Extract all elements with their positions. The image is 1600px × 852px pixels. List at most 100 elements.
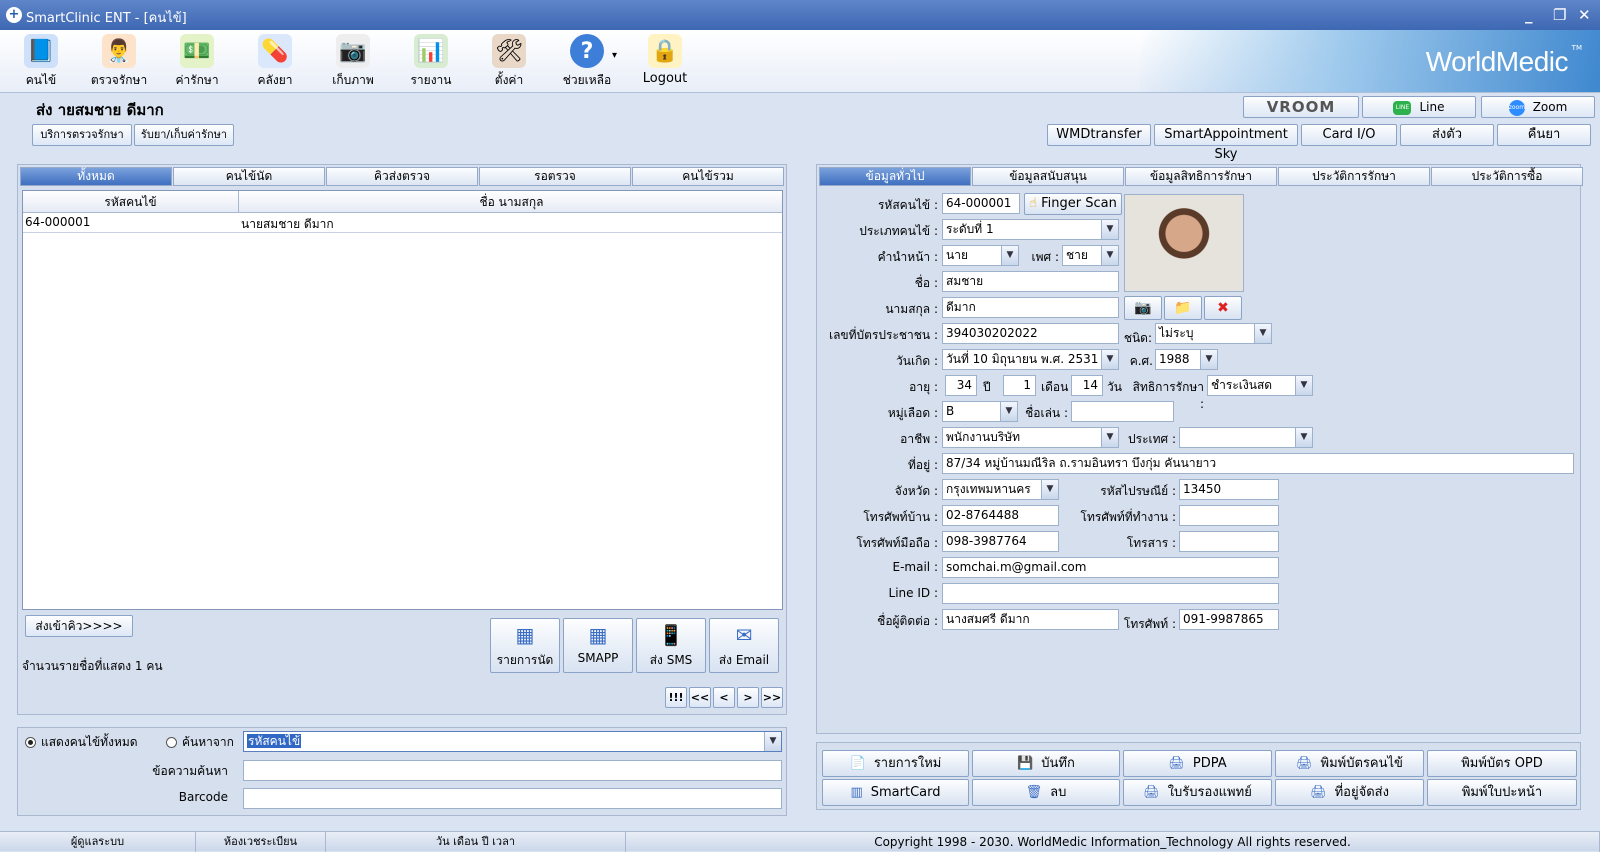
action-right-4-button[interactable]: คืนยา (1497, 124, 1591, 146)
line-button[interactable]: LINE Line (1362, 96, 1476, 118)
field-email[interactable]: somchai.m@gmail.com (942, 557, 1279, 578)
field-ad[interactable]: 1988 ▼ (1155, 349, 1218, 370)
action-0-3-button[interactable]: 🖨 พิมพ์บัตรคนไข้ (1275, 750, 1424, 777)
toolbar-tools-button[interactable]: 🛠 ตั้งค่า (476, 34, 542, 90)
left-btn-0[interactable]: ▦ รายการนัด (490, 618, 560, 673)
chevron-down-icon[interactable]: ▼ (1295, 428, 1312, 447)
chevron-down-icon[interactable]: ▼ (1101, 220, 1118, 239)
pager-3-button[interactable]: > (737, 687, 759, 708)
pager-4-button[interactable]: >> (761, 687, 783, 708)
field-addr[interactable]: 87/34 หมู่บ้านมณีริล ถ.รามอินทรา บึงกุ่ม… (942, 453, 1574, 474)
tab-left-0[interactable]: ทั้งหมด (20, 167, 172, 186)
field-hn[interactable]: 64-000001 (942, 193, 1020, 214)
field-line[interactable] (942, 583, 1279, 604)
chevron-down-icon[interactable]: ▼ (764, 732, 781, 751)
field-idcard[interactable]: 394030202022 (942, 323, 1119, 344)
chevron-down-icon[interactable]: ▼ (1000, 402, 1017, 421)
field-blood[interactable]: B ▼ (942, 401, 1018, 422)
field-lname[interactable]: ดีมาก (942, 297, 1119, 318)
close-button[interactable]: ✕ (1578, 6, 1591, 24)
col-hn[interactable]: รหัสคนไข้ (23, 191, 239, 213)
pager-2-button[interactable]: < (713, 687, 735, 708)
tab-left-2[interactable]: คิวส่งตรวจ (326, 167, 478, 186)
zoom-button[interactable]: zoom Zoom (1481, 96, 1595, 118)
toolbar-pill-button[interactable]: 💊 คลังยา (242, 34, 308, 90)
action-right-0-button[interactable]: WMDtransfer (1047, 124, 1151, 146)
chevron-down-icon[interactable]: ▼ (1041, 480, 1058, 499)
field-right[interactable]: ชำระเงินสด ▼ (1207, 375, 1313, 396)
field-zip[interactable]: 13450 (1179, 479, 1279, 500)
action-1-button[interactable]: รับยา/เก็บค่ารักษา (134, 124, 234, 146)
help-dropdown-arrow[interactable]: ▾ (612, 50, 617, 61)
action-0-4-button[interactable]: พิมพ์บัตร OPD (1427, 750, 1577, 777)
field-contact[interactable]: นางสมศรี ดีมาก (942, 609, 1119, 630)
open-folder-button[interactable]: 📁 (1164, 296, 1202, 320)
chevron-down-icon[interactable]: ▼ (1101, 246, 1118, 265)
col-name[interactable]: ชื่อ นามสกุล (239, 191, 784, 213)
field-ctel[interactable]: 091-9987865 (1179, 609, 1279, 630)
toolbar-patient-book-button[interactable]: 📘 คนไข้ (8, 34, 74, 90)
tab-right-4[interactable]: ประวัติการซื้อ (1431, 167, 1583, 186)
field-country[interactable]: ▼ (1179, 427, 1313, 448)
chevron-down-icon[interactable]: ▼ (1254, 324, 1271, 343)
tab-left-1[interactable]: คนไข้นัด (173, 167, 325, 186)
action-0-1-button[interactable]: 💾 บันทึก (972, 750, 1120, 777)
field-sex[interactable]: ชาย ▼ (1062, 245, 1119, 266)
tab-right-0[interactable]: ข้อมูลทั่วไป (819, 167, 971, 186)
field-fname[interactable]: สมชาย (942, 271, 1119, 292)
left-btn-3[interactable]: ✉ ส่ง Email (709, 618, 779, 673)
chevron-down-icon[interactable]: ▼ (1200, 350, 1217, 369)
radio-search[interactable]: ค้นหาจาก (166, 733, 234, 752)
left-btn-2[interactable]: 📱 ส่ง SMS (636, 618, 706, 673)
action-0-button[interactable]: บริการตรวจรักษา (32, 124, 132, 146)
toolbar-doctor-button[interactable]: 👨‍⚕️ ตรวจรักษา (86, 34, 152, 90)
minimize-button[interactable]: _ (1525, 6, 1533, 24)
action-1-2-button[interactable]: 🖨 ใบรับรองแพทย์ (1123, 779, 1272, 806)
vroom-button[interactable]: VROOM (1243, 96, 1359, 118)
toolbar-money-button[interactable]: 💵 ค่ารักษา (164, 34, 230, 90)
action-1-0-button[interactable]: ▥ SmartCard (822, 779, 969, 806)
field-fax[interactable] (1179, 531, 1279, 552)
field-mob[interactable]: 098-3987764 (942, 531, 1059, 552)
left-btn-1[interactable]: ▦ SMAPP (563, 618, 633, 673)
delete-photo-button[interactable]: ✖ (1204, 296, 1242, 320)
pager-0-button[interactable]: !!! (665, 687, 687, 708)
radio-show-all[interactable]: แสดงคนไข้ทั้งหมด (25, 733, 138, 752)
action-right-3-button[interactable]: ส่งตัว (1400, 124, 1494, 146)
field-age_y[interactable]: 34 (945, 375, 977, 396)
pager-1-button[interactable]: << (689, 687, 711, 708)
search-text-input[interactable] (243, 760, 782, 781)
tab-left-3[interactable]: รอตรวจ (479, 167, 631, 186)
toolbar-help-button[interactable]: ? ช่วยเหลือ (554, 34, 620, 90)
camera-button[interactable]: 📷 (1124, 296, 1162, 320)
action-right-1-button[interactable]: SmartAppointment Sky (1154, 124, 1298, 162)
action-0-2-button[interactable]: 🖨 PDPA (1123, 750, 1272, 777)
field-age_d[interactable]: 14 (1071, 375, 1103, 396)
barcode-input[interactable] (243, 788, 782, 809)
action-right-2-button[interactable]: Card I/O (1301, 124, 1397, 146)
action-1-4-button[interactable]: พิมพ์ใบปะหน้า (1427, 779, 1577, 806)
chevron-down-icon[interactable]: ▼ (1001, 246, 1018, 265)
send-queue-button[interactable]: ส่งเข้าคิว>>>> (25, 615, 133, 637)
field-nick[interactable] (1071, 401, 1174, 422)
field-work[interactable] (1179, 505, 1279, 526)
restore-button[interactable]: ❐ (1553, 6, 1566, 24)
tab-right-1[interactable]: ข้อมูลสนับสนุน (972, 167, 1124, 186)
chevron-down-icon[interactable]: ▼ (1101, 428, 1118, 447)
field-job[interactable]: พนักงานบริษัท ▼ (942, 427, 1119, 448)
field-age_m[interactable]: 1 (1003, 375, 1036, 396)
field-prefix[interactable]: นาย ▼ (942, 245, 1019, 266)
field-type[interactable]: ระดับที่ 1 ▼ (942, 219, 1119, 240)
tab-left-4[interactable]: คนไข้รวม (632, 167, 784, 186)
chevron-down-icon[interactable]: ▼ (1295, 376, 1312, 395)
field-prov[interactable]: กรุงเทพมหานคร ▼ (942, 479, 1059, 500)
tab-right-2[interactable]: ข้อมูลสิทธิการรักษา (1125, 167, 1277, 186)
field-tel[interactable]: 02-8764488 (942, 505, 1059, 526)
action-1-3-button[interactable]: 🖨 ที่อยู่จัดส่ง (1275, 779, 1424, 806)
toolbar-camera-button[interactable]: 📷 เก็บภาพ (320, 34, 386, 90)
action-1-1-button[interactable]: 🗑 ลบ (972, 779, 1120, 806)
field-dob[interactable]: วันที่ 10 มิถุนายน พ.ศ. 2531 ▼ (942, 349, 1119, 370)
search-by-select[interactable]: รหัสคนไข้ ▼ (243, 731, 782, 752)
finger-scan-button[interactable]: ☝ Finger Scan (1024, 193, 1122, 215)
toolbar-lock-button[interactable]: 🔒 Logout (632, 34, 698, 86)
